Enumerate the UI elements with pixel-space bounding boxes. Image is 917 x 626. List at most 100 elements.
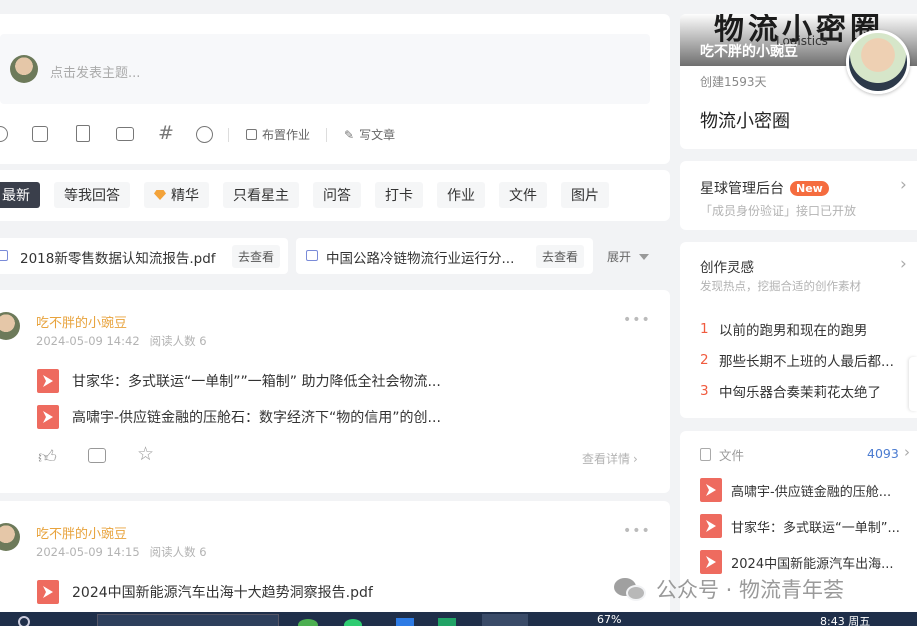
wechat-taskbar-icon[interactable] (344, 619, 362, 626)
avatar (0, 312, 20, 340)
inspiration-text: 那些长期不上班的人最后都... (719, 354, 894, 370)
diamond-icon (154, 190, 166, 200)
clock[interactable]: 8:43 周五 (820, 613, 870, 626)
tab-checkin[interactable]: 打卡 (375, 182, 423, 208)
file-item[interactable]: 高啸宇-供应链金融的压舱... (700, 478, 891, 502)
caret-down-icon (639, 253, 650, 260)
inspiration-title[interactable]: 创作灵感 (700, 256, 754, 276)
new-badge: New (790, 180, 829, 196)
post-time: 2024-05-09 14:42 (36, 334, 140, 348)
app-icon[interactable] (438, 618, 456, 626)
write-article-button[interactable]: ✎ 写文章 (344, 126, 395, 143)
inspiration-text: 以前的跑男和现在的跑男 (719, 323, 868, 339)
admin-title: 星球管理后台 (700, 181, 784, 197)
files-count[interactable]: 4093 (867, 446, 899, 461)
assign-homework-button[interactable]: 布置作业 (246, 126, 310, 143)
group-name: 物流小密圈 (700, 111, 790, 132)
wechat-icon (614, 576, 648, 602)
chevron-right-icon: › (904, 443, 910, 461)
post-time: 2024-05-09 14:15 (36, 545, 140, 559)
pinned-file-name: 中国公路冷链物流行业运行分... (326, 251, 515, 267)
admin-card[interactable]: 星球管理后台 New 「成员身份验证」接口已开放 › (680, 161, 917, 230)
created-days: 创建1593天 (700, 75, 767, 89)
like-icon[interactable]: 👍︎ (38, 446, 57, 468)
more-options-icon[interactable]: ••• (623, 312, 651, 328)
video-icon[interactable] (116, 127, 134, 141)
inspiration-item[interactable]: 3 中匈乐器合奏茉莉花太绝了 (700, 381, 881, 401)
pen-icon: ✎ (344, 127, 355, 142)
post-file[interactable]: 高啸宇-供应链金融的压舱石：数字经济下“物的信用”的创... (37, 405, 441, 429)
comment-icon[interactable] (88, 448, 106, 463)
avatar (10, 55, 38, 83)
owner-name[interactable]: 吃不胖的小豌豆 (700, 41, 798, 61)
owner-avatar[interactable] (846, 30, 910, 94)
rank-number: 3 (700, 383, 709, 399)
post-author[interactable]: 吃不胖的小豌豆 (36, 312, 127, 331)
file-item[interactable]: 甘家华：多式联运“一单制”... (700, 514, 900, 538)
taskbar: 67% 8:43 周五 (0, 612, 917, 626)
view-button[interactable]: 去查看 (536, 245, 585, 268)
pinned-file-2[interactable]: 中国公路冷链物流行业运行分... 去查看 (296, 238, 593, 274)
side-scroll-tab[interactable] (909, 357, 917, 411)
post-card: 吃不胖的小豌豆 2024-05-09 14:15 阅读人数 6 ••• 2024… (0, 501, 670, 616)
tab-homework[interactable]: 作业 (437, 182, 485, 208)
view-details-link[interactable]: 查看详情 › (582, 450, 638, 467)
tab-waiting-answer[interactable]: 等我回答 (54, 182, 130, 208)
pinned-file-name: 2018新零售数据认知流报告.pdf (20, 251, 216, 267)
inspiration-subtitle: 发现热点，挖掘合适的创作素材 (700, 279, 861, 293)
expand-label: 展开 (607, 250, 632, 264)
inspiration-item[interactable]: 2 那些长期不上班的人最后都... (700, 350, 894, 370)
composer-card: 点击发表主题... # 布置作业 ✎ 写文章 (0, 14, 670, 164)
tab-featured-label: 精华 (171, 188, 199, 204)
view-button[interactable]: 去查看 (232, 245, 281, 268)
timer-icon[interactable] (196, 126, 213, 143)
files-title: 文件 (719, 448, 745, 463)
emoji-icon[interactable] (0, 126, 8, 142)
rank-number: 2 (700, 352, 709, 368)
tab-files[interactable]: 文件 (499, 182, 547, 208)
image-icon[interactable] (32, 126, 48, 142)
tab-images[interactable]: 图片 (561, 182, 609, 208)
view-details-label: 查看详情 (582, 452, 631, 466)
avatar (0, 523, 20, 551)
composer-placeholder: 点击发表主题... (50, 66, 141, 81)
post-file[interactable]: 甘家华：多式联运“一单制””一箱制” 助力降低全社会物流... (37, 369, 441, 393)
pdf-icon (37, 405, 59, 429)
composer-input[interactable]: 点击发表主题... (0, 34, 650, 104)
star-icon[interactable]: ☆ (137, 443, 154, 465)
post-file-name: 高啸宇-供应链金融的压舱石：数字经济下“物的信用”的创... (72, 410, 441, 426)
file-icon[interactable] (76, 125, 90, 142)
tab-owner-only[interactable]: 只看星主 (223, 182, 299, 208)
post-file-name: 甘家华：多式联运“一单制””一箱制” 助力降低全社会物流... (72, 374, 441, 390)
watermark-text: 公众号 · 物流青年荟 (656, 578, 845, 602)
hashtag-icon[interactable]: # (158, 122, 174, 144)
post-reads: 阅读人数 6 (149, 334, 207, 348)
post-author[interactable]: 吃不胖的小豌豆 (36, 523, 127, 542)
inspiration-item[interactable]: 1 以前的跑男和现在的跑男 (700, 319, 868, 339)
chevron-right-icon: › (900, 254, 907, 274)
book-icon (306, 250, 318, 261)
post-file-name: 2024中国新能源汽车出海十大趋势洞察报告.pdf (72, 585, 373, 601)
pdf-icon (37, 580, 59, 604)
file-name: 高啸宇-供应链金融的压舱... (731, 484, 892, 500)
rank-number: 1 (700, 321, 709, 337)
app-icon[interactable] (396, 618, 414, 626)
tab-featured[interactable]: 精华 (144, 182, 209, 208)
active-app-icon[interactable] (482, 614, 528, 626)
file-item[interactable]: 2024中国新能源汽车出海... (700, 550, 893, 574)
pinned-file-1[interactable]: 2018新零售数据认知流报告.pdf 去查看 (0, 238, 288, 274)
post-file[interactable]: 2024中国新能源汽车出海十大趋势洞察报告.pdf (37, 580, 373, 604)
taskbar-search-box[interactable] (97, 614, 279, 626)
tab-qa[interactable]: 问答 (313, 182, 361, 208)
more-options-icon[interactable]: ••• (623, 523, 651, 539)
post-reads: 阅读人数 6 (149, 545, 207, 559)
checkbox-icon (246, 129, 257, 140)
chevron-right-icon: › (633, 451, 638, 466)
file-name: 甘家华：多式联运“一单制”... (731, 520, 900, 536)
expand-button[interactable]: 展开 (607, 248, 650, 265)
document-icon (700, 448, 711, 461)
start-icon[interactable] (18, 616, 30, 626)
toolbar-divider (228, 128, 229, 142)
browser-icon[interactable] (298, 619, 318, 626)
tab-latest[interactable]: 最新 (0, 182, 40, 208)
